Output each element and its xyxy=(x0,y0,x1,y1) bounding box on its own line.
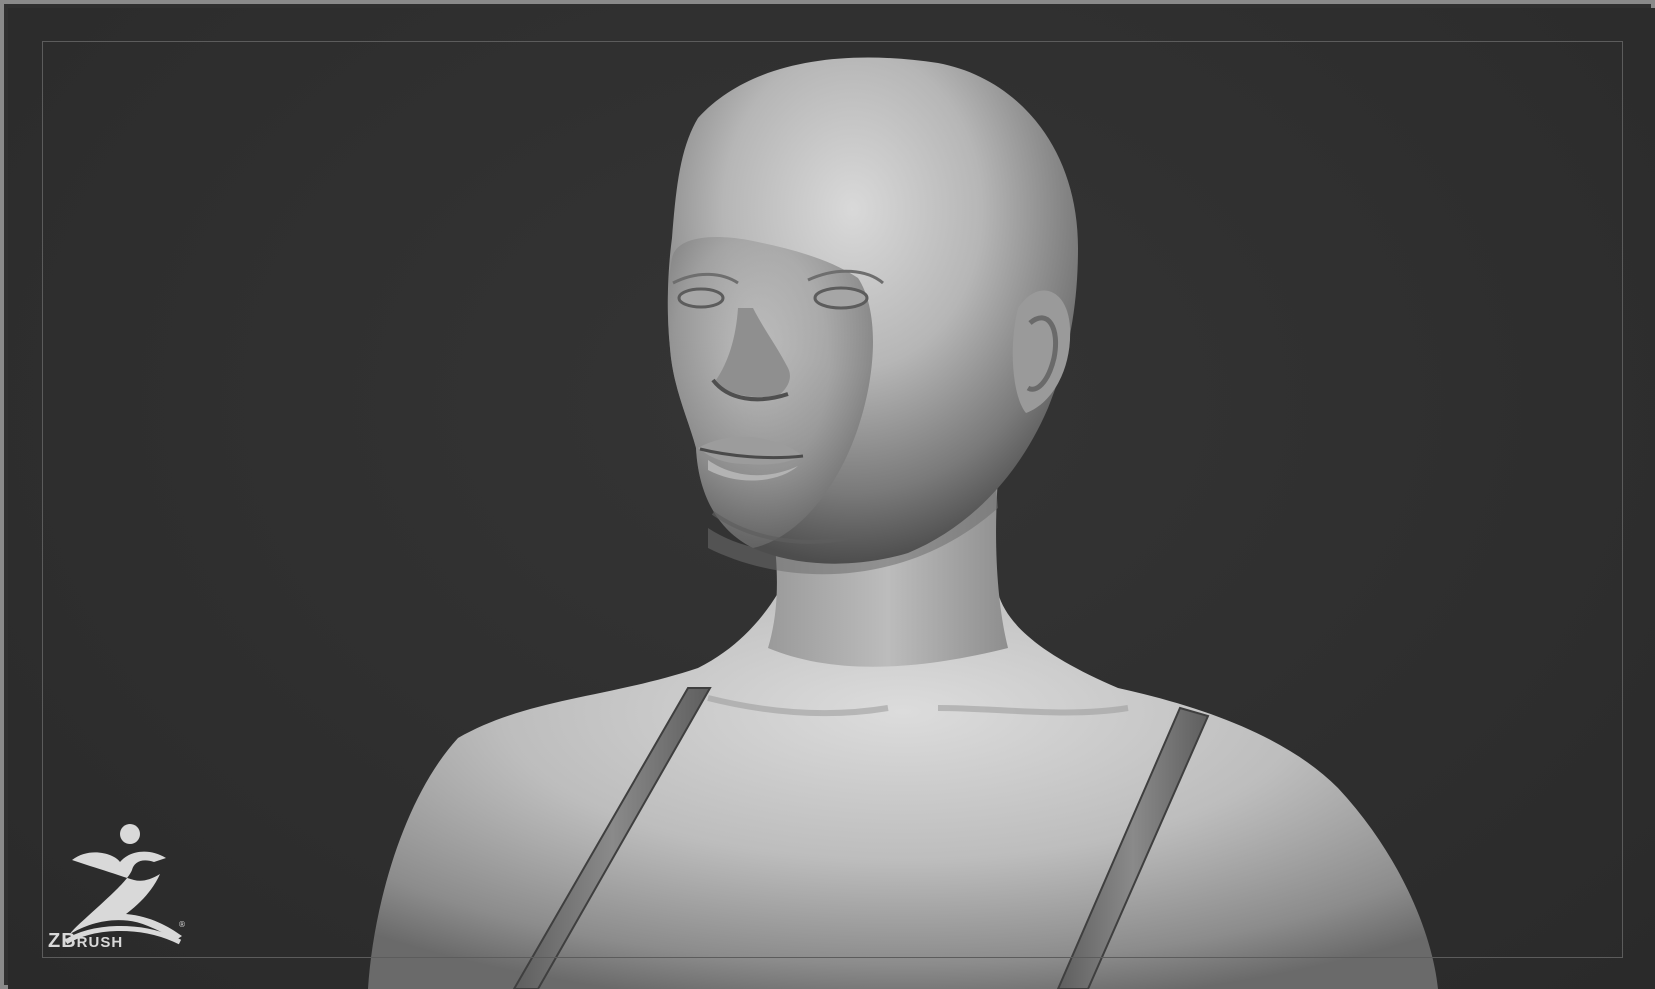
app-frame: ZBRUSH ® xyxy=(0,0,1655,989)
document-viewport[interactable]: ZBRUSH ® xyxy=(8,8,1655,989)
ear-shape xyxy=(1012,290,1071,413)
logo-text-small: RUSH xyxy=(76,934,124,951)
right-eye-shape xyxy=(813,286,869,310)
left-eye-shape xyxy=(677,287,725,309)
zbrush-logo-text: ZBRUSH xyxy=(48,930,123,953)
logo-text-big: ZB xyxy=(48,930,77,952)
sculpt-render[interactable] xyxy=(8,8,1655,989)
registered-mark: ® xyxy=(178,920,186,929)
